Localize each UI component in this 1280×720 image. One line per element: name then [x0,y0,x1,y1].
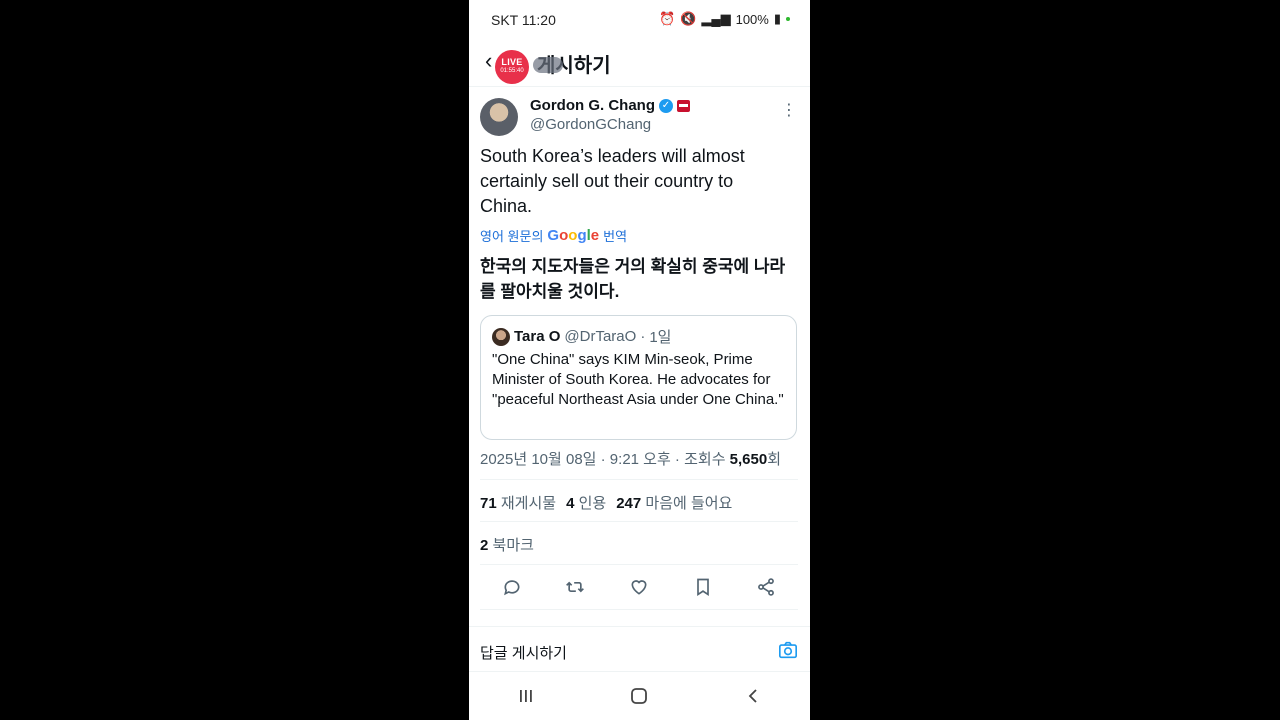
status-bar: SKT 11:20 ⏰ 🔇 ▂▄▆ 100% ▮ [469,0,810,40]
translate-link[interactable]: 영어 원문의 Google 번역 [480,226,627,245]
signal-icon: ▂▄▆ [701,11,731,26]
alarm-icon: ⏰ [659,11,676,26]
quote-avatar [492,327,510,346]
quote-author-handle: @DrTaraO [564,328,637,345]
repost-icon[interactable] [558,570,592,604]
share-icon[interactable] [749,570,783,604]
status-icons: ⏰ 🔇 ▂▄▆ 100% ▮ [659,11,790,27]
tweet-text: South Korea’s leaders will almost certai… [480,146,745,216]
divider [480,609,798,610]
quote-age: 1일 [649,329,672,346]
bookmark-icon[interactable] [686,570,720,604]
android-nav-bar [469,672,810,720]
view-count: 5,650 [729,451,768,468]
likes-stat[interactable]: 247 마음에 들어요 [616,492,732,513]
live-time: 01:55:40 [500,68,524,74]
mute-icon: 🔇 [680,11,697,26]
top-bar: ‹ 게시하기 LIVE 01:55:40 [469,40,810,87]
affiliation-icon [677,99,690,112]
engagement-stats: 71 재게시물 4 인용 247 마음에 들어요 [480,492,732,513]
more-icon[interactable]: ⋮ [781,100,797,120]
quote-separator: · [640,328,646,345]
battery-icon: ▮ [773,11,781,26]
translate-prefix: 영어 원문의 [480,229,544,244]
indicator-dot [786,17,790,21]
translate-suffix: 번역 [603,229,628,244]
phone-screen: SKT 11:20 ⏰ 🔇 ▂▄▆ 100% ▮ ‹ 게시하기 LIVE 01:… [469,0,810,720]
like-icon[interactable] [622,570,656,604]
quote-header: Tara O @DrTaraO · 1일 [492,326,671,347]
google-logo: Google [547,227,600,244]
divider [480,479,798,480]
live-badge[interactable]: LIVE 01:55:40 [495,50,529,84]
live-label: LIVE [501,57,523,67]
reply-input[interactable]: 답글 게시하기 [480,642,567,663]
view-suffix: 회 [767,451,782,468]
tweet-author: Gordon G. Chang ✓ @GordonGChang ⋮ [480,96,800,140]
camera-icon[interactable] [778,641,798,664]
back-nav-icon[interactable] [733,676,773,716]
author-name[interactable]: Gordon G. Chang [530,97,655,114]
quote-text: "One China" says KIM Min-seok, Prime Min… [492,351,784,408]
divider [480,564,798,565]
home-icon[interactable] [619,676,659,716]
tweet-meta: 2025년 10월 08일 · 9:21 오후 · 조회수 5,650회 [480,448,781,469]
reply-icon[interactable] [495,570,529,604]
tweet-datetime: 2025년 10월 08일 · 9:21 오후 · 조회수 [480,451,730,468]
translated-text: 한국의 지도자들은 거의 확실히 중국에 나라를 팔아치울 것이다. [480,257,786,301]
quotes-stat[interactable]: 4 인용 [566,492,606,513]
recents-icon[interactable] [506,676,546,716]
battery-percent: 100% [735,11,769,27]
reply-composer[interactable]: 답글 게시하기 [469,626,810,672]
avatar[interactable] [480,98,518,136]
carrier-time: SKT 11:20 [491,12,556,28]
quoted-tweet[interactable]: Tara O @DrTaraO · 1일 "One China" says KI… [480,315,797,440]
bookmarks-stat[interactable]: 2 북마크 [480,534,534,555]
name-row: Gordon G. Chang ✓ [530,97,690,114]
quote-author-name: Tara O [514,328,561,345]
author-handle[interactable]: @GordonGChang [530,116,651,133]
action-bar [480,570,798,604]
verified-icon: ✓ [659,98,673,113]
reposts-stat[interactable]: 71 재게시물 [480,492,556,513]
back-arrow-icon[interactable]: ‹ [485,48,492,74]
divider [480,521,798,522]
live-chip [533,57,563,73]
